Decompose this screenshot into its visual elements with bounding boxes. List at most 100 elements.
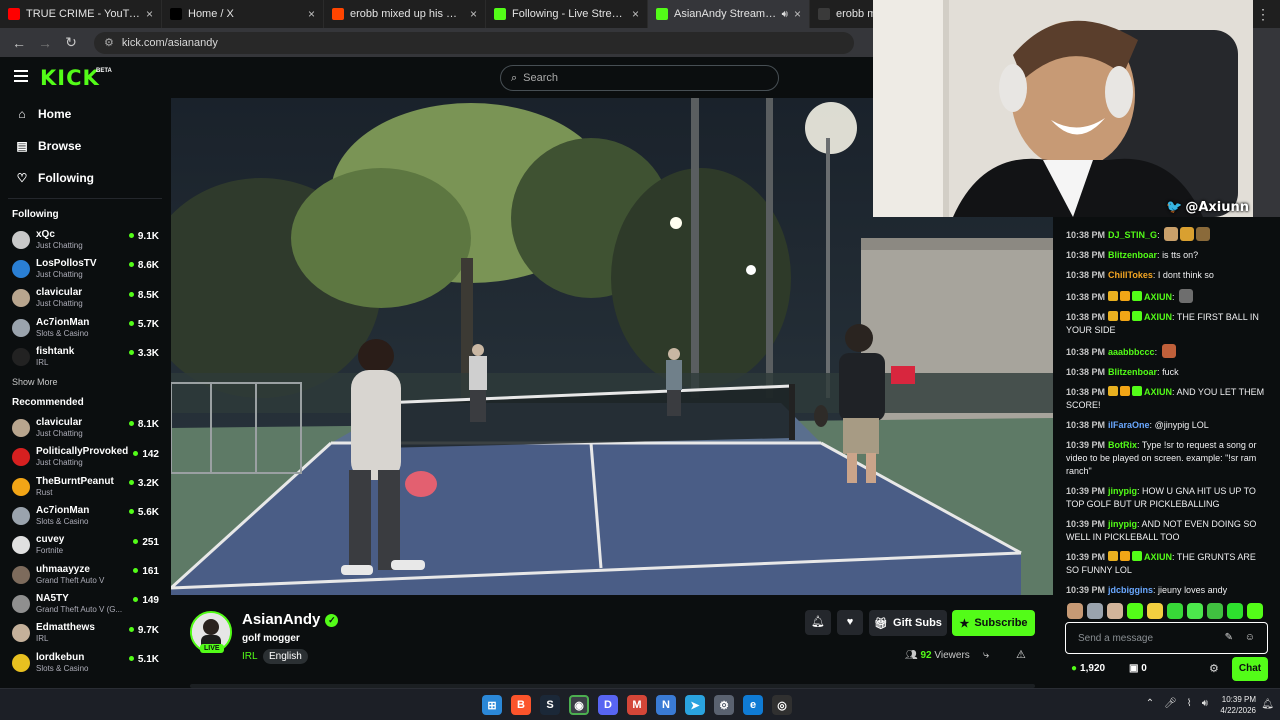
emote-button[interactable] [1087,603,1103,619]
tab-close-icon[interactable]: × [632,7,639,21]
tab-close-icon[interactable]: × [470,7,477,21]
sidebar-channel[interactable]: xQc Just Chatting 9.1K [0,225,170,254]
url-field[interactable]: ⚙ kick.com/asianandy [94,31,854,54]
search-input[interactable] [523,72,754,84]
sidebar-channel[interactable]: NA5TY Grand Theft Auto V (G... 149 [0,589,170,618]
discord-icon[interactable]: D [598,695,618,715]
search-bar[interactable]: ⌕ [500,65,779,91]
follow-heart-button[interactable]: ♥ [837,610,863,635]
stream-category-link[interactable]: IRL [242,651,258,662]
gift-subs-button[interactable]: 🎁︎ Gift Subs [869,610,947,636]
chat-message-input[interactable] [1078,632,1218,644]
chat-username[interactable]: AXIUN [1144,312,1172,322]
sidebar-channel[interactable]: lordkebun Slots & Casino 5.1K [0,648,170,677]
subscribe-button[interactable]: ★ Subscribe [952,610,1035,636]
tab-audio-icon[interactable]: 🔊︎ [782,9,788,20]
emote-button[interactable] [1187,603,1203,619]
gmail-icon[interactable]: M [627,695,647,715]
sidebar-channel[interactable]: Edmatthews IRL 9.7K [0,619,170,648]
browser-tab[interactable]: TRUE CRIME - YouTube × [0,0,162,28]
gift-count[interactable]: ▣ 0 [1129,663,1147,674]
browser-tab[interactable]: Following - Live Streams on Kic × [486,0,648,28]
notification-bell-button[interactable]: 🔔︎ [805,610,831,635]
sidebar-channel[interactable]: fishtank IRL 3.3K [0,342,170,371]
volume-icon[interactable]: 🔊︎ [1202,698,1208,709]
sidebar-nav-browse[interactable]: ▤ Browse [0,130,170,162]
browser-tab[interactable]: AsianAndy Stream - Watch 🔊︎ × [648,0,810,28]
channel-points[interactable]: ● 1,920 [1071,663,1105,674]
tab-close-icon[interactable]: × [794,7,801,21]
sidebar-channel[interactable]: LosPollosTV Just Chatting 8.6K [0,254,170,283]
chat-username[interactable]: jdcbiggins [1108,585,1153,595]
emote-button[interactable] [1167,603,1183,619]
sidebar-channel[interactable]: Ac7ionMan Slots & Casino 5.7K [0,313,170,342]
sidebar-channel[interactable]: cuvey Fortnite 251 [0,531,170,560]
brave-icon[interactable]: B [511,695,531,715]
emoji-picker-icon[interactable]: ☺ [1245,632,1255,643]
forward-icon[interactable]: → [34,35,56,51]
chat-username[interactable]: ChillTokes [1108,270,1153,280]
chat-username[interactable]: Blitzenboar [1108,367,1157,377]
chat-timestamp: 10:38 PM [1066,292,1106,302]
bell-icon: 🔔︎ [811,616,825,628]
emote-button[interactable] [1147,603,1163,619]
chat-username[interactable]: ilFaraOne [1108,420,1150,430]
channel-name[interactable]: AsianAndy ✓ [242,611,339,628]
browser-menu-icon[interactable]: ⋮ [1256,6,1270,23]
telegram-icon[interactable]: ➤ [685,695,705,715]
edge-icon[interactable]: e [743,695,763,715]
taskbar-clock[interactable]: 10:39 PM 4/22/2026 [1220,694,1256,716]
hamburger-menu-icon[interactable] [14,70,28,85]
chat-username[interactable]: AXIUN [1144,292,1172,302]
chat-username[interactable]: Blitzenboar [1108,250,1157,260]
chat-send-button[interactable]: Chat [1232,657,1268,681]
language-tag[interactable]: English [263,649,308,664]
chat-username[interactable]: AXIUN [1144,387,1172,397]
chat-username[interactable]: AXIUN [1144,552,1172,562]
emote-button[interactable] [1207,603,1223,619]
sidebar-channel[interactable]: Ac7ionMan Slots & Casino 5.6K [0,501,170,530]
back-icon[interactable]: ← [8,35,30,51]
network-icon[interactable]: ⌇ [1187,698,1192,709]
tray-overflow-icon[interactable]: ⌃ [1146,698,1154,709]
chat-settings-icon[interactable]: ⚙ [1209,662,1219,675]
obs-icon[interactable]: ◎ [772,695,792,715]
browser-tab[interactable]: erobb mixed up his wives : r/Li × [324,0,486,28]
emote-button[interactable] [1247,603,1263,619]
notepad-icon[interactable]: N [656,695,676,715]
site-info-icon[interactable]: ⚙ [104,36,114,49]
reload-icon[interactable]: ↻ [60,34,82,51]
sidebar-nav-following[interactable]: ♡ Following [0,162,170,194]
share-icon[interactable]: ⤷ [983,649,989,662]
windows-start-icon[interactable]: ⊞ [482,695,502,715]
notification-bell-icon[interactable]: 🔔︎ [1261,699,1274,710]
report-flag-icon[interactable]: ⚠ [1016,648,1026,661]
steam-icon[interactable]: S [540,695,560,715]
sidebar-channel[interactable]: PoliticallyProvoked Just Chatting 142 [0,443,170,472]
emote-button[interactable] [1067,603,1083,619]
sidebar-channel[interactable]: uhmaayyze Grand Theft Auto V 161 [0,560,170,589]
emote-button[interactable] [1227,603,1243,619]
chat-username[interactable]: jinypig [1108,486,1137,496]
microphone-icon[interactable]: 🎤︎ [1164,698,1177,709]
kick-logo[interactable]: KICK [40,66,100,90]
sidebar-nav-home[interactable]: ⌂ Home [0,98,170,130]
url-text: kick.com/asianandy [121,36,218,49]
chat-username[interactable]: aaabbbccc [1108,347,1155,357]
chat-input-box[interactable]: ✎ ☺ [1065,622,1268,654]
emote-button[interactable] [1127,603,1143,619]
settings-icon[interactable]: ⚙ [714,695,734,715]
sidebar-channel[interactable]: clavicular Just Chatting 8.5K [0,284,170,313]
chat-username[interactable]: DJ_STIN_G [1108,230,1157,240]
chat-username[interactable]: jinypig [1108,519,1137,529]
emote-button[interactable] [1107,603,1123,619]
tab-close-icon[interactable]: × [146,7,153,21]
show-more-link[interactable]: Show More [0,371,170,393]
chrome-icon[interactable]: ◉ [569,695,589,715]
quick-emote-icon[interactable]: ✎ [1225,632,1233,643]
chat-username[interactable]: BotRix [1108,440,1137,450]
sidebar-channel[interactable]: clavicular Just Chatting 8.1K [0,413,170,442]
browser-tab[interactable]: Home / X × [162,0,324,28]
sidebar-channel[interactable]: TheBurntPeanut Rust 3.2K [0,472,170,501]
tab-close-icon[interactable]: × [308,7,315,21]
